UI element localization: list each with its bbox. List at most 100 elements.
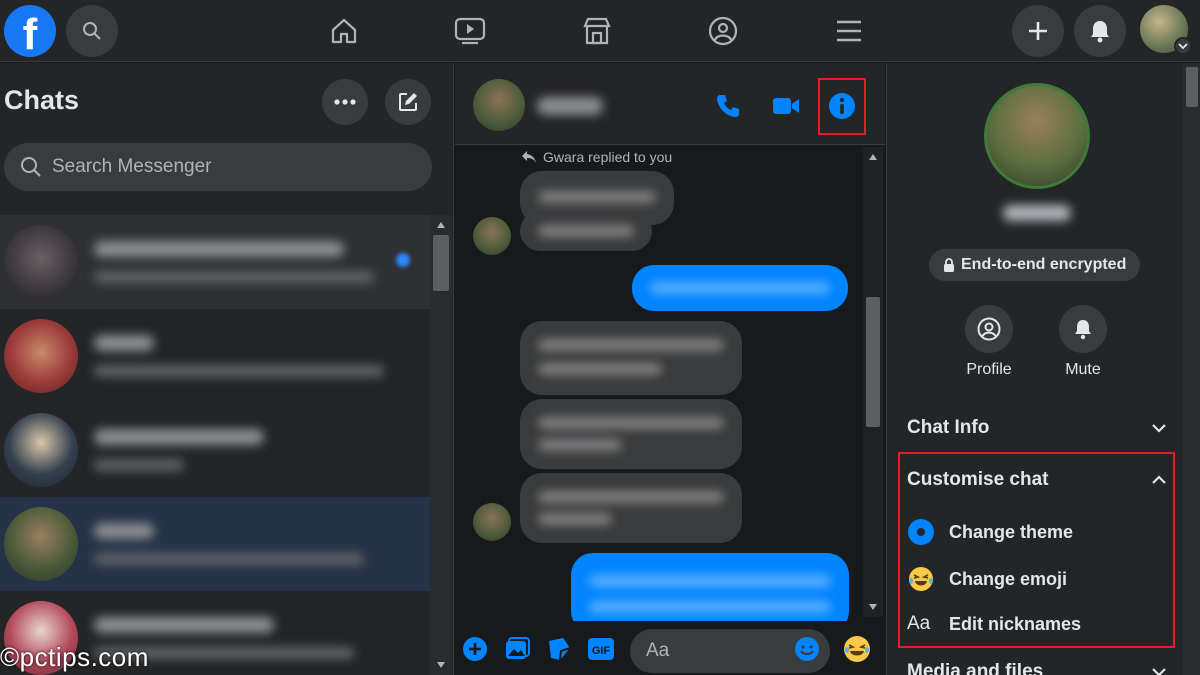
groups-nav-button[interactable] — [700, 8, 746, 54]
search-icon — [83, 22, 101, 40]
chevron-down-icon — [1174, 37, 1192, 55]
chats-title: Chats — [4, 85, 80, 115]
conversation-panel: Gwara replied to you GIF — [455, 63, 885, 675]
chat-info-label: Chat Info — [907, 417, 990, 438]
more-options-icon — [334, 99, 356, 105]
reply-arrow-icon — [522, 151, 536, 163]
outgoing-message[interactable] — [571, 553, 849, 621]
contact-profile-picture[interactable] — [984, 83, 1090, 189]
chat-options-button[interactable] — [322, 79, 368, 125]
chat-list-item[interactable] — [0, 403, 430, 497]
scroll-up-arrow-icon[interactable] — [436, 221, 446, 229]
media-files-section[interactable]: Media and files — [907, 661, 1167, 675]
profile-action[interactable]: Profile — [954, 305, 1024, 379]
chat-info-section[interactable]: Chat Info — [907, 417, 1167, 439]
svg-text:GIF: GIF — [592, 645, 611, 657]
menu-nav-button[interactable] — [826, 8, 872, 54]
scroll-down-arrow-icon[interactable] — [868, 603, 878, 611]
conversation-list — [0, 215, 430, 675]
menu-icon — [837, 20, 861, 42]
customise-chat-section[interactable]: Customise chat — [907, 469, 1167, 491]
plus-icon — [1029, 22, 1047, 40]
search-messenger-field[interactable] — [4, 143, 432, 191]
sticker-button[interactable] — [545, 635, 573, 663]
profile-action-label: Profile — [966, 361, 1012, 378]
account-avatar[interactable] — [1138, 3, 1192, 55]
thread-scrollbar[interactable] — [863, 147, 883, 617]
notifications-button[interactable] — [1074, 5, 1126, 57]
avatar — [4, 413, 78, 487]
avatar — [4, 319, 78, 393]
scroll-down-arrow-icon[interactable] — [436, 661, 446, 669]
customise-chat-label: Customise chat — [907, 469, 1049, 490]
outgoing-message[interactable] — [632, 265, 848, 311]
quick-reaction-button[interactable] — [843, 635, 871, 663]
gif-icon: GIF — [588, 638, 614, 660]
watch-nav-button[interactable] — [447, 8, 493, 54]
search-messenger-input[interactable] — [52, 156, 412, 178]
incoming-message[interactable] — [520, 211, 652, 251]
nickname-aa-icon: Aa — [907, 613, 931, 634]
mute-action-button[interactable] — [1059, 305, 1107, 353]
change-theme-label: Change theme — [949, 521, 1074, 542]
plus-circle-icon — [463, 637, 487, 661]
audio-call-button[interactable] — [709, 87, 747, 125]
video-call-button[interactable] — [767, 87, 805, 125]
mute-action[interactable]: Mute — [1048, 305, 1118, 379]
emoji-picker-button[interactable] — [793, 635, 821, 663]
chat-list-item[interactable] — [0, 215, 430, 309]
profile-action-button[interactable] — [965, 305, 1013, 353]
phone-icon — [717, 95, 739, 117]
new-message-button[interactable] — [385, 79, 431, 125]
scroll-up-arrow-icon[interactable] — [868, 153, 878, 161]
mute-action-label: Mute — [1065, 361, 1101, 378]
gif-button[interactable]: GIF — [587, 635, 615, 663]
incoming-message[interactable] — [520, 321, 742, 395]
sender-avatar — [473, 217, 511, 255]
create-button[interactable] — [1012, 5, 1064, 57]
top-navigation-bar: f — [0, 0, 1200, 62]
blurred-preview — [94, 429, 264, 471]
chevron-down-icon — [1152, 424, 1166, 433]
video-camera-icon — [773, 98, 799, 114]
more-actions-button[interactable] — [461, 635, 489, 663]
search-button[interactable] — [66, 5, 118, 57]
edit-nicknames-item[interactable]: Aa Edit nicknames — [907, 613, 1081, 635]
incoming-message[interactable] — [520, 399, 742, 469]
watch-icon — [454, 17, 486, 45]
home-nav-button[interactable] — [321, 8, 367, 54]
marketplace-nav-button[interactable] — [574, 8, 620, 54]
attach-photo-button[interactable] — [503, 635, 531, 663]
contact-avatar[interactable] — [473, 79, 525, 131]
scroll-thumb[interactable] — [866, 297, 880, 427]
message-thread: Gwara replied to you — [455, 145, 863, 621]
incoming-message[interactable] — [520, 473, 742, 543]
profile-icon — [977, 317, 1001, 341]
sticker-icon — [549, 638, 571, 661]
unread-indicator — [396, 253, 410, 267]
scroll-thumb[interactable] — [1186, 67, 1198, 107]
conversation-details-panel: End-to-end encrypted Profile Mute Chat I… — [886, 63, 1200, 675]
details-scrollbar[interactable] — [1183, 63, 1200, 675]
encryption-badge[interactable]: End-to-end encrypted — [929, 249, 1141, 281]
facebook-logo-icon[interactable]: f — [4, 5, 56, 57]
avatar — [4, 507, 78, 581]
change-emoji-label: Change emoji — [949, 568, 1068, 589]
chat-list-scrollbar[interactable] — [430, 215, 452, 675]
scroll-thumb[interactable] — [433, 235, 449, 291]
chevron-down-icon — [1152, 668, 1166, 675]
conversation-header — [455, 63, 885, 145]
chat-list-item[interactable] — [0, 309, 430, 403]
bell-icon — [1091, 21, 1109, 43]
compose-icon — [399, 93, 417, 111]
chat-list-item[interactable] — [0, 497, 430, 591]
change-emoji-item[interactable]: Change emoji — [907, 565, 1067, 593]
contact-name-blurred[interactable] — [537, 97, 603, 115]
avatar — [4, 225, 78, 299]
reply-note: Gwara replied to you — [521, 149, 672, 165]
emoji-icon — [909, 567, 933, 591]
sender-avatar — [473, 503, 511, 541]
photo-icon — [506, 637, 530, 659]
change-theme-item[interactable]: Change theme — [907, 518, 1073, 546]
theme-icon — [908, 519, 934, 545]
